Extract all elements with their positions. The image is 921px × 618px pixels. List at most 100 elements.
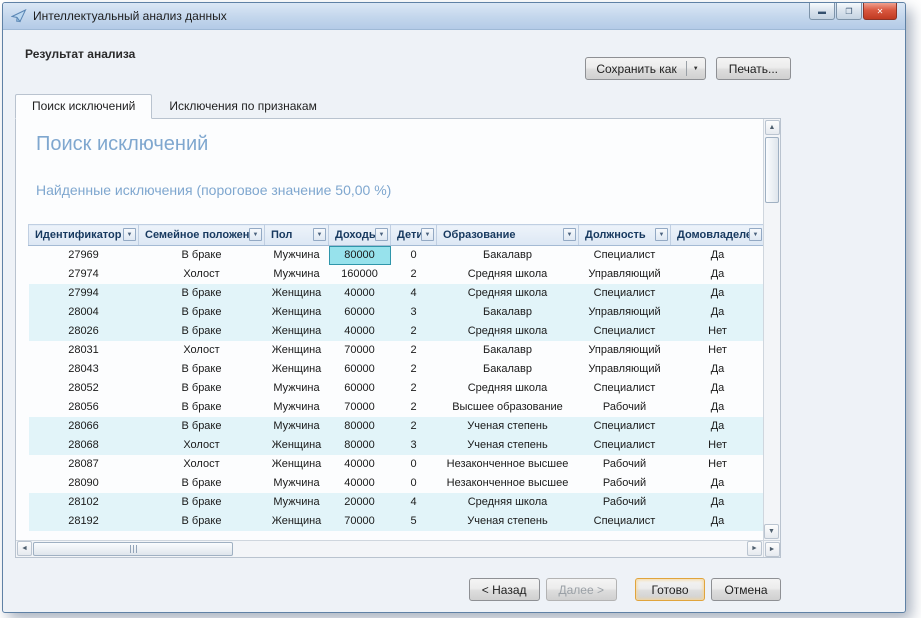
exception-cell[interactable]: 20000 [329,493,391,512]
scroll-down-button[interactable]: ▼ [764,524,779,539]
exception-cell[interactable]: 5 [391,512,437,531]
exception-cell[interactable]: 3 [391,436,437,455]
table-cell[interactable]: 27974 [29,265,139,284]
table-cell[interactable]: Холост [139,436,265,455]
table-cell[interactable]: В браке [139,493,265,512]
table-cell[interactable]: В браке [139,246,265,265]
table-cell[interactable]: Специалист [579,379,671,398]
table-cell[interactable]: Ученая степень [437,436,579,455]
filter-dropdown-button[interactable]: ▼ [421,228,434,241]
table-cell[interactable]: Ученая степень [437,512,579,531]
table-row[interactable]: 28052В бракеМужчина600002Средняя школаСп… [29,379,764,398]
table-cell[interactable]: 80000 [329,417,391,436]
exception-cell[interactable]: 4 [391,284,437,303]
close-button[interactable]: ✕ [863,3,897,20]
table-cell[interactable]: В браке [139,417,265,436]
table-row[interactable]: 27969В бракеМужчина800000БакалаврСпециал… [29,246,764,265]
table-cell[interactable]: Ученая степень [437,417,579,436]
table-row[interactable]: 28043В бракеЖенщина600002БакалаврУправля… [29,360,764,379]
table-cell[interactable]: 28004 [29,303,139,322]
table-cell[interactable]: 28066 [29,417,139,436]
table-cell[interactable]: Да [671,360,764,379]
table-cell[interactable]: 28090 [29,474,139,493]
table-cell[interactable]: 27994 [29,284,139,303]
table-cell[interactable]: Нет [671,455,764,474]
table-cell[interactable]: Средняя школа [437,493,579,512]
table-cell[interactable]: В браке [139,360,265,379]
table-cell[interactable]: Женщина [265,284,329,303]
table-cell[interactable]: 0 [391,474,437,493]
table-cell[interactable]: 2 [391,322,437,341]
scrollbar-corner[interactable]: ► [763,540,780,557]
scroll-right-button[interactable]: ► [747,541,762,556]
table-row[interactable]: 28026В бракеЖенщина400002Средняя школаСп… [29,322,764,341]
filter-dropdown-button[interactable]: ▼ [313,228,326,241]
table-cell[interactable]: Средняя школа [437,265,579,284]
table-cell[interactable]: 60000 [329,379,391,398]
table-cell[interactable]: Женщина [265,436,329,455]
exception-cell[interactable]: 3 [391,303,437,322]
table-cell[interactable]: В браке [139,379,265,398]
table-cell[interactable]: Управляющий [579,303,671,322]
table-cell[interactable]: 70000 [329,341,391,360]
table-cell[interactable]: Да [671,493,764,512]
table-cell[interactable]: Рабочий [579,398,671,417]
table-cell[interactable]: Да [671,512,764,531]
table-cell[interactable]: Средняя школа [437,284,579,303]
table-cell[interactable]: Мужчина [265,246,329,265]
table-row[interactable]: 28056В бракеМужчина700002Высшее образова… [29,398,764,417]
table-row[interactable]: 28031ХолостЖенщина700002БакалаврУправляю… [29,341,764,360]
table-cell[interactable]: Бакалавр [437,246,579,265]
table-row[interactable]: 28102В бракеМужчина200004Средняя школаРа… [29,493,764,512]
scroll-up-button[interactable]: ▲ [765,120,780,135]
finish-button[interactable]: Готово [635,578,705,601]
vertical-scrollbar-thumb[interactable] [765,137,779,203]
table-cell[interactable]: Нет [671,436,764,455]
cancel-button[interactable]: Отмена [711,578,781,601]
filter-dropdown-button[interactable]: ▼ [563,228,576,241]
table-cell[interactable]: Специалист [579,284,671,303]
vertical-scrollbar[interactable]: ▲ ▼ [763,119,780,540]
table-cell[interactable]: Управляющий [579,265,671,284]
table-cell[interactable]: Рабочий [579,474,671,493]
table-cell[interactable]: Мужчина [265,417,329,436]
filter-dropdown-button[interactable]: ▼ [375,228,388,241]
table-cell[interactable]: 28192 [29,512,139,531]
table-cell[interactable]: Бакалавр [437,341,579,360]
save-as-button[interactable]: Сохранить как ▼ [585,57,705,80]
table-cell[interactable]: Женщина [265,455,329,474]
table-cell[interactable]: Рабочий [579,493,671,512]
corner-scroll-right-button[interactable]: ► [765,542,780,557]
table-cell[interactable]: 0 [391,246,437,265]
table-cell[interactable]: 28068 [29,436,139,455]
table-cell[interactable]: Управляющий [579,341,671,360]
table-cell[interactable]: Женщина [265,341,329,360]
table-cell[interactable]: Нет [671,322,764,341]
table-cell[interactable]: 80000 [329,436,391,455]
table-cell[interactable]: 70000 [329,512,391,531]
tab-exceptions-by-attribute[interactable]: Исключения по признакам [152,94,333,119]
table-cell[interactable]: 28056 [29,398,139,417]
table-cell[interactable]: В браке [139,284,265,303]
table-cell[interactable]: Средняя школа [437,322,579,341]
table-cell[interactable]: 160000 [329,265,391,284]
table-cell[interactable]: Женщина [265,360,329,379]
table-cell[interactable]: В браке [139,322,265,341]
table-cell[interactable]: Да [671,303,764,322]
filter-dropdown-button[interactable]: ▼ [655,228,668,241]
table-cell[interactable]: 60000 [329,303,391,322]
table-cell[interactable]: В браке [139,303,265,322]
tab-outlier-search[interactable]: Поиск исключений [15,94,152,119]
table-cell[interactable]: 28031 [29,341,139,360]
table-cell[interactable]: Да [671,379,764,398]
table-cell[interactable]: 2 [391,360,437,379]
table-cell[interactable]: Высшее образование [437,398,579,417]
table-row[interactable]: 27974ХолостМужчина1600002Средняя школаУп… [29,265,764,284]
table-cell[interactable]: 40000 [329,284,391,303]
save-as-dropdown-icon[interactable]: ▼ [693,66,699,72]
table-cell[interactable]: В браке [139,474,265,493]
table-cell[interactable]: Да [671,417,764,436]
table-cell[interactable]: Холост [139,341,265,360]
table-cell[interactable]: 28102 [29,493,139,512]
table-cell[interactable]: 40000 [329,455,391,474]
